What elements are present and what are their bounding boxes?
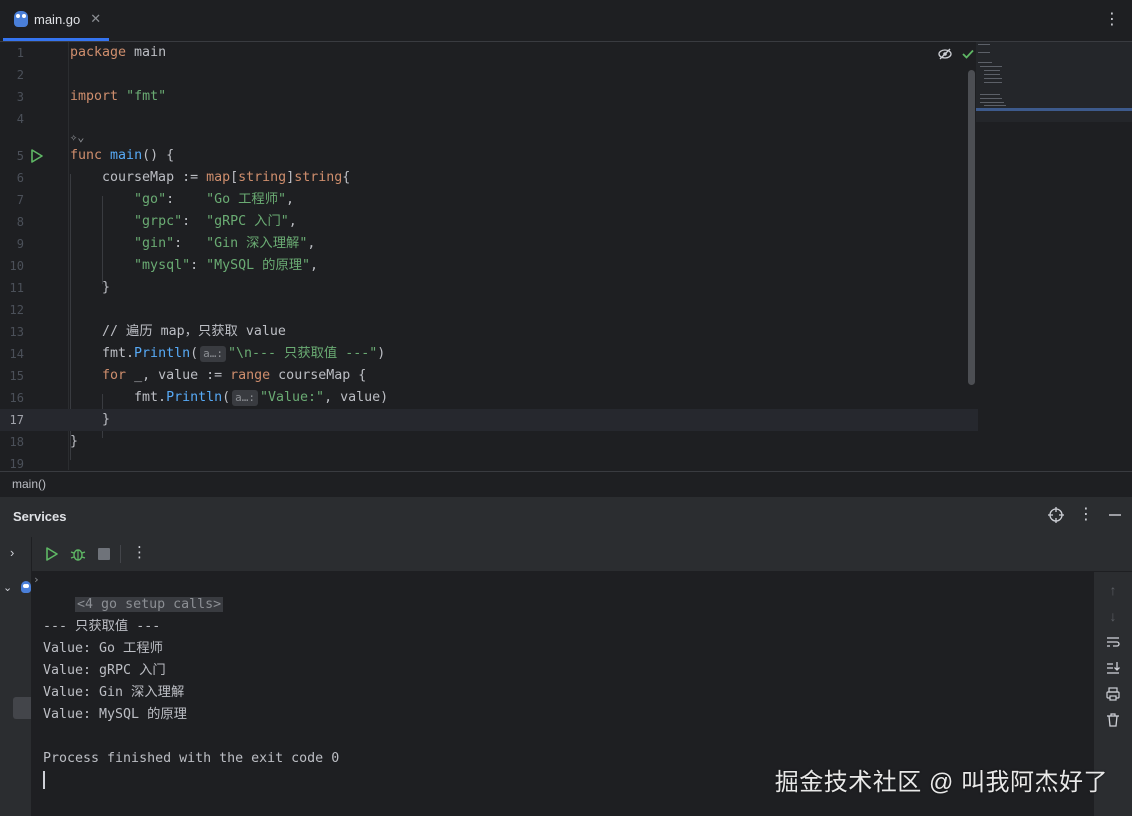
watermark: 掘金技术社区 @ 叫我阿杰好了 (774, 769, 1108, 796)
chevron-right-icon[interactable]: › (10, 545, 14, 560)
close-icon[interactable]: ✕ (90, 11, 101, 27)
tab-main-go[interactable]: main.go ✕ (3, 0, 109, 41)
parameter-hint: a…: (232, 390, 259, 406)
parameter-hint: a…: (200, 346, 226, 362)
console-line: Value: Gin 深入理解 (43, 685, 185, 700)
arrow-down-icon[interactable]: ↓ (1105, 608, 1121, 624)
code-line: 3 import "fmt" (16, 89, 167, 104)
tab-label: main.go (34, 11, 81, 27)
check-icon[interactable] (962, 49, 974, 59)
crosshair-icon[interactable] (1048, 507, 1064, 523)
debug-icon[interactable] (70, 546, 86, 562)
chevron-down-icon[interactable]: ⌄ (3, 581, 12, 594)
print-icon[interactable] (1105, 686, 1121, 702)
console-line: --- 只获取值 --- (43, 619, 161, 634)
console-line: Value: Go 工程师 (43, 641, 163, 656)
code-line: 18 } (9, 434, 79, 449)
toolbar-divider (120, 545, 121, 563)
code-line: 11 } (9, 280, 111, 295)
code-line: 14 fmt.Println(a…: "\n--- 只获取值 ---") (9, 346, 386, 362)
fold-chevron-icon[interactable]: › (33, 573, 40, 586)
breadcrumb[interactable]: main() (0, 471, 1132, 495)
code-line: 13 // 遍历 map，只获取 value (9, 324, 286, 339)
go-run-config-icon[interactable] (21, 581, 31, 593)
services-toolbar: ⋮ (0, 537, 1132, 572)
code-line: 6 courseMap := map[string]string{ (16, 170, 351, 185)
editor-status-icons (938, 48, 974, 60)
selected-node-indicator[interactable] (13, 697, 31, 719)
code-line: 8 "grpc": "gRPC 入门", (16, 214, 297, 229)
editor-scrollbar[interactable] (968, 70, 975, 385)
code-line: 9 "gin": "Gin 深入理解", (16, 236, 316, 251)
code-line: 1 package main (16, 45, 167, 60)
console-line-setup-calls[interactable]: <4 go setup calls> (43, 572, 224, 612)
services-tree-strip: › ⌄ (0, 537, 32, 816)
text-caret (43, 771, 45, 789)
code-line-current: 17 } (0, 409, 978, 431)
minimap[interactable] (976, 42, 1132, 122)
code-line: 15 for _, value := range courseMap { (9, 368, 367, 383)
console-line: Value: gRPC 入门 (43, 663, 166, 678)
minimize-icon[interactable] (1108, 508, 1122, 522)
more-options-icon[interactable]: ⋮ (1078, 507, 1094, 523)
panel-title: Services (13, 509, 67, 524)
console-line: Value: MySQL 的原理 (43, 707, 187, 722)
soft-wrap-icon[interactable] (1105, 634, 1121, 650)
more-options-icon[interactable]: ⋮ (1104, 12, 1120, 28)
console-line-finished: Process finished with the exit code 0 (43, 751, 340, 766)
more-options-icon[interactable]: ⋮ (132, 545, 147, 561)
scroll-to-end-icon[interactable] (1105, 660, 1121, 676)
code-line: 5 func main() { (16, 148, 175, 163)
run-icon[interactable] (45, 547, 59, 561)
code-line: 12 (9, 303, 24, 317)
code-vision-icon[interactable]: ✧⌄ (70, 130, 84, 144)
services-panel-header: Services ⋮ (0, 496, 1132, 538)
trash-icon[interactable] (1105, 712, 1121, 728)
code-line: 16 fmt.Println(a…: "Value:", value) (9, 390, 389, 406)
code-line: 4 (16, 112, 24, 126)
go-file-icon (14, 11, 28, 27)
editor-tab-bar: main.go ✕ ⋮ (0, 0, 1132, 42)
code-line: 10 "mysql": "MySQL 的原理", (9, 258, 319, 273)
breadcrumb-item[interactable]: main() (12, 477, 46, 491)
stop-icon[interactable] (98, 548, 110, 560)
code-line: 19 (9, 457, 24, 470)
code-line: 2 (16, 68, 24, 82)
code-editor[interactable]: ✧⌄ 1 package main 2 3 import "fmt" 4 5 f… (0, 42, 1132, 470)
arrow-up-icon[interactable]: ↑ (1105, 582, 1121, 598)
code-line: 7 "go": "Go 工程师", (16, 192, 295, 207)
reader-mode-icon[interactable] (938, 48, 952, 60)
